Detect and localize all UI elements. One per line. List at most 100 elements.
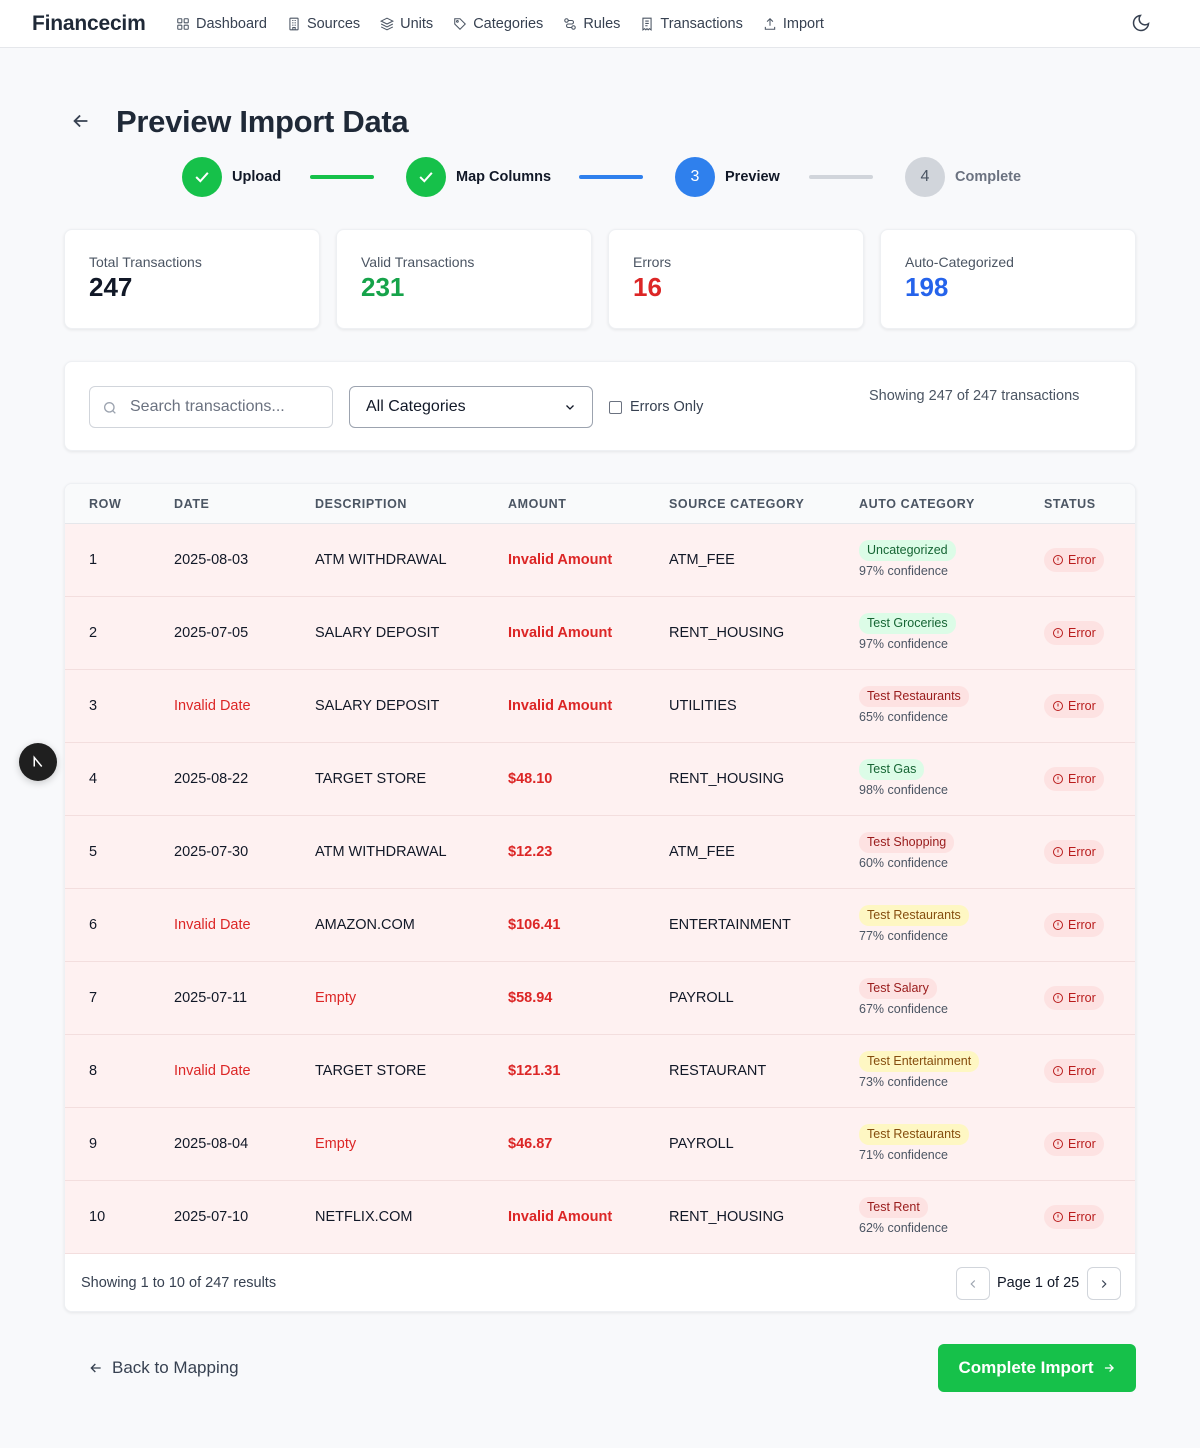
nav-item-label: Sources	[306, 16, 361, 32]
confidence-text: 97% confidence	[859, 637, 948, 651]
table-row[interactable]: 7 2025-07-11 Empty $58.94 PAYROLL Test Salary…	[65, 962, 1135, 1035]
back-arrow-button[interactable]	[70, 110, 94, 134]
back-to-mapping-button[interactable]: Back to Mapping	[88, 1358, 239, 1378]
auto-category-badge: Test Gas	[859, 759, 925, 780]
receipt-icon	[642, 17, 652, 31]
cell-source-category: PAYROLL	[669, 1136, 734, 1152]
auto-category-badge: Uncategorized	[859, 540, 956, 561]
errors-only-checkbox[interactable]	[609, 400, 622, 414]
back-to-mapping-label: Back to Mapping	[112, 1358, 239, 1377]
column-header-date: DATE	[174, 497, 210, 511]
nav-item-label: Categories	[473, 16, 544, 32]
nav-item-sources[interactable]: Sources	[287, 16, 360, 32]
stat-total: Total Transactions 247	[64, 229, 320, 329]
step-connector	[809, 175, 873, 179]
cell-auto-category: Test Restaurants 65% confidence	[859, 686, 969, 724]
cell-row: 7	[89, 990, 98, 1006]
table-row[interactable]: 9 2025-08-04 Empty $46.87 PAYROLL Test Restau…	[65, 1108, 1135, 1181]
confidence-text: 77% confidence	[859, 929, 948, 943]
step-preview: 3 Preview	[675, 157, 780, 197]
complete-import-button[interactable]: Complete Import	[938, 1344, 1136, 1392]
next-page-button[interactable]	[1087, 1267, 1121, 1300]
cell-date: Invalid Date	[174, 1063, 251, 1079]
confidence-text: 73% confidence	[859, 1075, 948, 1089]
nav-item-categories[interactable]: Categories	[453, 16, 543, 32]
auto-category-badge: Test Salary	[859, 978, 937, 999]
check-icon	[419, 172, 433, 183]
status-badge: Error	[1044, 913, 1104, 937]
nav-item-label: Units	[400, 16, 434, 32]
nav-item-import[interactable]: Import	[763, 16, 824, 32]
alert-circle-icon	[1053, 1066, 1063, 1076]
table-row[interactable]: 8 Invalid Date TARGET STORE $121.31 RESTAURA…	[65, 1035, 1135, 1108]
cell-amount: $12.23	[508, 844, 553, 860]
nav-item-dashboard[interactable]: Dashboard	[176, 16, 267, 32]
search-input[interactable]	[130, 387, 326, 427]
errors-only-label: Errors Only	[630, 399, 704, 415]
arrow-left-icon	[90, 1363, 101, 1373]
nav-item-transactions[interactable]: Transactions	[640, 16, 743, 32]
arrow-right-icon	[1104, 1364, 1114, 1372]
table-row[interactable]: 3 Invalid Date SALARY DEPOSIT Invalid Amoun…	[65, 670, 1135, 743]
status-badge: Error	[1044, 1132, 1104, 1156]
page-title: Preview Import Data	[116, 104, 409, 139]
cell-row: 5	[89, 844, 98, 860]
stat-auto-categorized: Auto-Categorized 198	[880, 229, 1136, 329]
cell-auto-category: Uncategorized 97% confidence	[859, 540, 956, 578]
cell-description: SALARY DEPOSIT	[315, 625, 440, 641]
chevron-right-icon	[1101, 1279, 1107, 1288]
table-row[interactable]: 1 2025-08-03 ATM WITHDRAWAL Invalid Amount A…	[65, 524, 1135, 597]
cell-source-category: PAYROLL	[669, 990, 734, 1006]
prev-page-button[interactable]	[956, 1267, 990, 1300]
cell-amount: $121.31	[508, 1063, 561, 1079]
cell-source-category: ENTERTAINMENT	[669, 917, 791, 933]
cell-date: 2025-08-04	[174, 1136, 249, 1152]
stat-label: Total Transactions	[89, 254, 202, 270]
column-header-description: DESCRIPTION	[315, 497, 408, 511]
cell-description: NETFLIX.COM	[315, 1209, 413, 1225]
arrow-left-icon	[73, 114, 88, 128]
status-label: Error	[1068, 918, 1096, 932]
cell-source-category: RENT_HOUSING	[669, 1209, 785, 1225]
category-select[interactable]: All Categories	[349, 386, 593, 428]
cell-auto-category: Test Salary 67% confidence	[859, 978, 948, 1016]
cell-date: 2025-07-30	[174, 844, 249, 860]
stat-value: 247	[89, 272, 133, 302]
confidence-text: 60% confidence	[859, 856, 948, 870]
status-label: Error	[1068, 991, 1096, 1005]
cell-amount: $58.94	[508, 990, 553, 1006]
table-row[interactable]: 4 2025-08-22 TARGET STORE $48.10 RENT_HOUSIN…	[65, 743, 1135, 816]
status-label: Error	[1068, 772, 1096, 786]
cell-source-category: ATM_FEE	[669, 552, 735, 568]
errors-only-toggle[interactable]: Errors Only	[609, 399, 703, 415]
cell-date: 2025-07-11	[174, 990, 248, 1006]
step-connector	[579, 175, 643, 179]
auto-category-badge: Test Restaurants	[859, 905, 969, 926]
n-logo-icon	[33, 755, 43, 767]
status-badge: Error	[1044, 767, 1104, 791]
tag-icon	[454, 18, 467, 30]
nav-item-units[interactable]: Units	[380, 16, 433, 32]
status-label: Error	[1068, 1064, 1096, 1078]
cell-amount: $106.41	[508, 917, 561, 933]
theme-toggle-button[interactable]	[1131, 13, 1153, 35]
column-header-auto-category: AUTO CATEGORY	[859, 497, 975, 511]
confidence-text: 67% confidence	[859, 1002, 948, 1016]
column-header-source-category: SOURCE CATEGORY	[669, 497, 805, 511]
step-label: Preview	[725, 169, 780, 185]
alert-circle-icon	[1053, 628, 1063, 638]
table-row[interactable]: 6 Invalid Date AMAZON.COM $106.41 ENTERTAINM…	[65, 889, 1135, 962]
alert-circle-icon	[1053, 1212, 1063, 1222]
nav-item-rules[interactable]: Rules	[563, 16, 620, 32]
cell-description: TARGET STORE	[315, 771, 427, 787]
cell-auto-category: Test Groceries 97% confidence	[859, 613, 956, 651]
auto-category-badge: Test Groceries	[859, 613, 956, 634]
floating-dev-tools-button[interactable]	[19, 743, 57, 781]
layers-icon	[380, 17, 395, 31]
table-row[interactable]: 2 2025-07-05 SALARY DEPOSIT Invalid Amount R…	[65, 597, 1135, 670]
table-row[interactable]: 5 2025-07-30 ATM WITHDRAWAL $12.23 ATM_FEE Te…	[65, 816, 1135, 889]
filter-bar: All Categories Errors Only Showing 247 o…	[64, 361, 1136, 451]
brand-logo[interactable]: Financecim	[32, 12, 146, 36]
table-row[interactable]: 10 2025-07-10 NETFLIX.COM Invalid Amount REN…	[65, 1181, 1135, 1254]
stat-label: Valid Transactions	[361, 254, 475, 270]
